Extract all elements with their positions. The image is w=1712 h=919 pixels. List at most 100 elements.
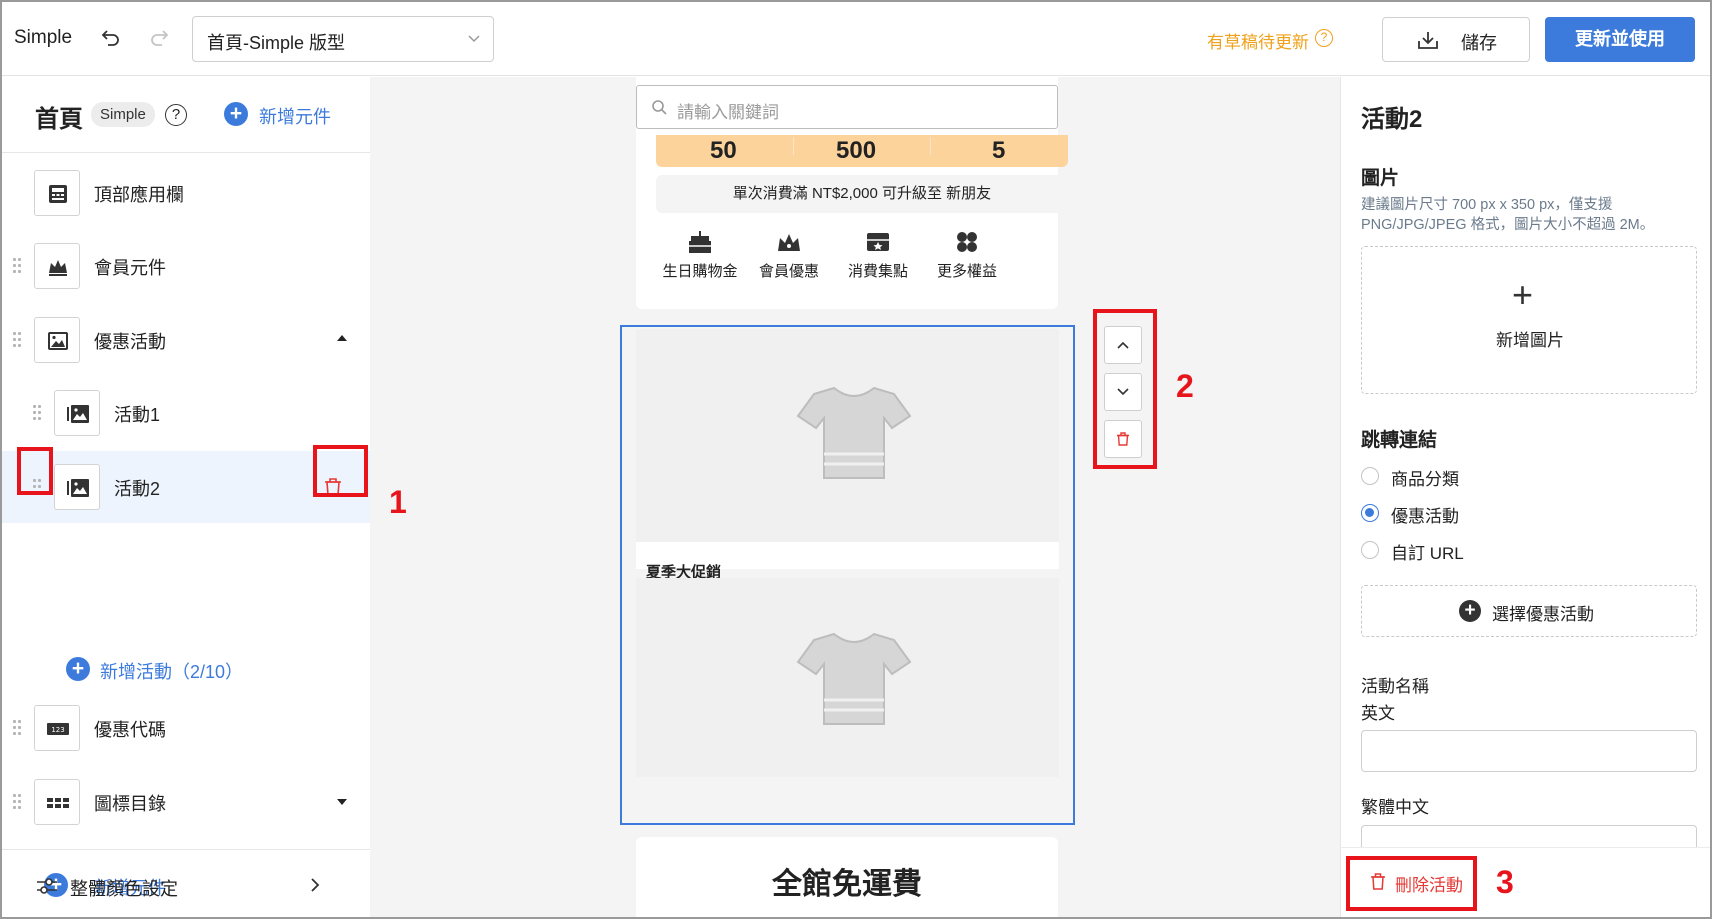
gallery-icon — [54, 390, 100, 436]
search-icon — [652, 100, 667, 115]
add-image-label: 新增圖片 — [1496, 331, 1564, 350]
annotation-number: 2 — [1176, 368, 1194, 404]
chevron-right-icon — [311, 878, 320, 892]
app-window: Simple 首頁-Simple 版型 有草稿待更新 ? 儲存 更新並使用 首頁… — [0, 0, 1712, 919]
save-label: 儲存 — [1461, 33, 1497, 53]
drag-handle-icon[interactable] — [13, 720, 23, 736]
radio-label: 自訂 URL — [1391, 544, 1464, 563]
cake-icon — [689, 231, 711, 253]
drag-handle-icon[interactable] — [13, 258, 23, 274]
search-input[interactable]: 請輸入關鍵詞 — [636, 85, 1058, 129]
stat-value: 500 — [836, 137, 877, 164]
color-settings-row[interactable]: 整體顏色設定 — [2, 849, 370, 917]
english-label: 英文 — [1361, 704, 1395, 723]
component-item-top-bar[interactable]: 頂部應用欄 — [2, 157, 370, 229]
image-icon — [34, 317, 80, 363]
component-item-promotions[interactable]: 優惠活動 — [2, 304, 370, 376]
template-badge: Simple — [91, 102, 155, 127]
expand-caret-icon[interactable] — [337, 799, 347, 805]
activity-name-label: 活動名稱 — [1361, 677, 1429, 696]
annotation-box-controls — [1093, 309, 1157, 469]
chinese-label: 繁體中文 — [1361, 798, 1429, 817]
collapse-caret-icon[interactable] — [337, 335, 347, 341]
mobile-preview: 50 500 5 單次消費滿 NT$2,000 可升級至 新朋友 生日購物金 會… — [620, 77, 1075, 917]
tshirt-icon — [796, 386, 912, 479]
gallery-icon — [54, 464, 100, 510]
grid-icon — [34, 779, 80, 825]
component-item-label: 優惠活動 — [94, 332, 166, 352]
calculator-icon — [34, 170, 80, 216]
draft-help-icon[interactable]: ? — [1315, 29, 1333, 47]
benefit-birthday[interactable]: 生日購物金 — [655, 229, 745, 281]
redo-icon[interactable] — [148, 27, 170, 49]
annotation-number: 1 — [389, 484, 407, 520]
help-icon[interactable]: ? — [165, 104, 187, 126]
english-name-input[interactable] — [1361, 730, 1697, 772]
benefit-points[interactable]: 消費集點 — [833, 229, 923, 281]
component-item-member[interactable]: 會員元件 — [2, 230, 370, 302]
add-component-label: 新增元件 — [259, 107, 331, 127]
activity-image-placeholder — [636, 578, 1059, 777]
component-item-activity-1[interactable]: 活動1 — [2, 377, 370, 449]
radio-label: 商品分類 — [1391, 470, 1459, 489]
benefit-member-offer[interactable]: 會員優惠 — [744, 229, 834, 281]
plus-circle-icon: + — [224, 102, 248, 126]
component-item-label: 活動1 — [114, 405, 161, 425]
image-heading: 圖片 — [1361, 168, 1400, 189]
ticket-icon — [867, 233, 889, 251]
upgrade-notice: 單次消費滿 NT$2,000 可升級至 新朋友 — [656, 175, 1068, 213]
benefit-label: 生日購物金 — [662, 263, 738, 280]
top-bar: Simple 首頁-Simple 版型 有草稿待更新 ? 儲存 更新並使用 — [2, 2, 1710, 76]
free-shipping-banner: 全館免運費 — [636, 837, 1058, 917]
stat-value: 5 — [992, 137, 1006, 164]
member-stats-bar: 50 500 5 — [656, 135, 1068, 167]
component-item-label: 活動2 — [114, 479, 161, 499]
save-button[interactable]: 儲存 — [1382, 17, 1530, 62]
benefit-label: 消費集點 — [847, 263, 908, 280]
color-settings-label: 整體顏色設定 — [70, 879, 178, 899]
search-placeholder: 請輸入關鍵詞 — [677, 103, 779, 122]
choose-promotion-label: 選擇優惠活動 — [1492, 605, 1594, 624]
app-name: Simple — [14, 27, 73, 48]
component-panel-header: 首頁 Simple ? + 新增元件 — [2, 77, 370, 153]
annotation-number: 3 — [1496, 864, 1514, 900]
add-image-dropzone[interactable]: + 新增圖片 — [1361, 246, 1697, 394]
sliders-icon — [37, 878, 57, 894]
undo-icon[interactable] — [100, 27, 122, 49]
publish-button[interactable]: 更新並使用 — [1545, 17, 1695, 62]
component-item-label: 頂部應用欄 — [94, 185, 184, 205]
component-item-icon-catalog[interactable]: 圖標目錄 — [2, 766, 370, 838]
choose-promotion-button[interactable]: + 選擇優惠活動 — [1361, 585, 1697, 637]
drag-handle-icon[interactable] — [13, 794, 23, 810]
preview-canvas: 50 500 5 單次消費滿 NT$2,000 可升級至 新朋友 生日購物金 會… — [370, 77, 1340, 917]
tshirt-icon — [796, 632, 912, 725]
radio-label: 優惠活動 — [1391, 507, 1459, 526]
selected-activity-block[interactable]: 夏季大促銷 — [620, 325, 1075, 825]
activity-card[interactable] — [636, 578, 1059, 777]
component-panel: 首頁 Simple ? + 新增元件 頂部應用欄 會員元件 優惠活動 活動1 活… — [2, 77, 370, 917]
download-icon — [1418, 32, 1438, 49]
plus-circle-icon: + — [66, 657, 90, 681]
activity-card[interactable]: 夏季大促銷 — [636, 329, 1059, 581]
component-item-coupon-code[interactable]: 123 優惠代碼 — [2, 692, 370, 764]
drag-handle-icon[interactable] — [13, 332, 23, 348]
chevron-down-icon — [468, 35, 480, 43]
drag-handle-icon[interactable] — [33, 405, 43, 421]
draft-notice[interactable]: 有草稿待更新 — [1207, 28, 1309, 53]
add-activity-label: 新增活動（2/10） — [100, 662, 244, 682]
plus-circle-icon: + — [1459, 600, 1481, 622]
radio-selected-icon — [1361, 504, 1379, 522]
plus-icon: + — [1512, 274, 1534, 315]
page-template-select[interactable]: 首頁-Simple 版型 — [192, 16, 494, 62]
benefit-label: 會員優惠 — [758, 263, 819, 280]
annotation-box-drag — [17, 447, 53, 495]
component-item-label: 會員元件 — [94, 258, 166, 278]
radio-icon — [1361, 541, 1379, 559]
settings-title: 活動2 — [1361, 106, 1423, 133]
image-hint: 建議圖片尺寸 700 px x 350 px，僅支援 PNG/JPG/JPEG … — [1361, 197, 1655, 233]
benefit-label: 更多權益 — [936, 263, 997, 280]
radio-icon — [1361, 467, 1379, 485]
page-title: 首頁 — [35, 106, 83, 133]
clover-icon — [957, 232, 977, 252]
benefit-more[interactable]: 更多權益 — [922, 229, 1012, 281]
